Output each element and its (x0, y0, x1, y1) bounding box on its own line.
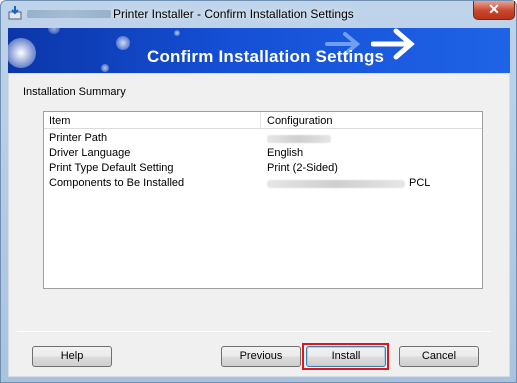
installer-app-icon (8, 6, 22, 20)
table-row[interactable]: Driver Language English (44, 147, 482, 162)
table-row[interactable]: Printer Path (44, 132, 482, 147)
column-header-item[interactable]: Item (49, 115, 70, 127)
installation-summary-label: Installation Summary (23, 86, 126, 98)
table-row[interactable]: Print Type Default Setting Print (2-Side… (44, 162, 482, 177)
column-header-configuration[interactable]: Configuration (267, 115, 332, 127)
cancel-button[interactable]: Cancel (399, 346, 479, 367)
close-button[interactable]: ✕ (473, 1, 515, 20)
banner-decoration-dot (101, 64, 109, 72)
header-banner: Confirm Installation Settings (8, 28, 510, 73)
banner-decoration-dot (8, 38, 36, 68)
row-config: Print (2-Sided) (267, 162, 338, 174)
banner-decoration-dot (174, 30, 180, 36)
column-separator (260, 112, 261, 129)
row-item: Printer Path (49, 132, 108, 144)
blurred-printer-path (267, 135, 331, 143)
banner-decoration-dot (116, 36, 130, 50)
banner-decoration-dot (48, 28, 60, 34)
window-title: Printer Installer - Confirm Installation… (113, 7, 354, 21)
banner-title: Confirm Installation Settings (147, 47, 385, 66)
title-blurred-text (27, 10, 111, 18)
title-bar: Printer Installer - Confirm Installation… (1, 1, 516, 27)
install-highlight-box (302, 343, 389, 370)
help-button[interactable]: Help (32, 346, 112, 367)
row-config: English (267, 147, 304, 159)
row-item: Components to Be Installed (49, 177, 185, 189)
row-config: PCL (409, 177, 431, 189)
previous-button[interactable]: Previous (221, 346, 301, 367)
table-row[interactable]: Components to Be Installed PCL (44, 177, 482, 192)
row-item: Driver Language (49, 147, 131, 159)
row-item: Print Type Default Setting (49, 162, 174, 174)
list-header: Item Configuration (44, 112, 482, 129)
footer-divider (17, 331, 491, 332)
summary-list[interactable]: Item Configuration Printer Path Driver L… (43, 111, 483, 289)
blurred-component-name (267, 180, 405, 188)
